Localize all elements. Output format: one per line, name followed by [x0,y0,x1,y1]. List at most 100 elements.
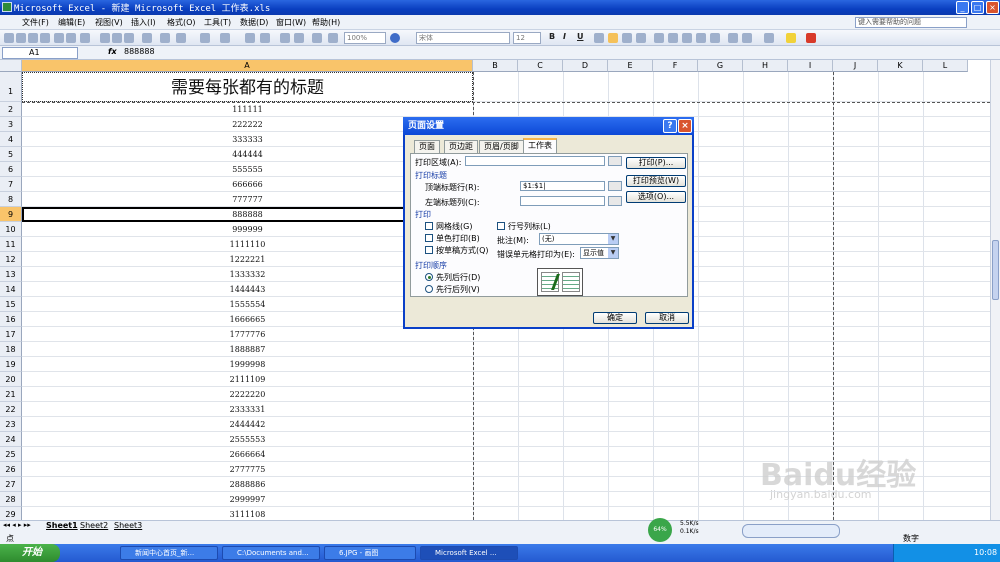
maximize-button[interactable]: □ [971,1,984,14]
menu-view[interactable]: 视图(V) [95,17,123,28]
over-then-down-radio[interactable] [425,285,433,293]
hyperlink-icon[interactable] [245,33,255,43]
column-header-a[interactable]: A [22,60,473,72]
row-header[interactable]: 22 [0,402,22,417]
drawing-icon[interactable] [328,33,338,43]
tab-page[interactable]: 页面 [414,140,440,153]
row-header[interactable]: 19 [0,357,22,372]
redo-icon[interactable] [176,33,186,43]
row-header[interactable]: 4 [0,132,22,147]
row-header[interactable]: 11 [0,237,22,252]
open-icon[interactable] [16,33,26,43]
task-news[interactable]: 新闻中心首页_新... [120,546,218,560]
tab-header-footer[interactable]: 页眉/页脚 [479,140,524,153]
data-cell[interactable]: 2999997 [22,492,473,507]
row-header[interactable]: 20 [0,372,22,387]
row-header[interactable]: 24 [0,432,22,447]
percent-icon[interactable] [668,33,678,43]
menu-format[interactable]: 格式(O) [167,17,196,28]
row-header[interactable]: 5 [0,147,22,162]
row-header[interactable]: 9 [0,207,22,222]
help-search-input[interactable]: 键入需要帮助的问题 [855,17,967,28]
column-header-g[interactable]: G [698,60,743,72]
print-button[interactable]: 打印(P)... [626,157,686,169]
permission-icon[interactable] [40,33,50,43]
function-icon[interactable]: fx [108,47,117,56]
task-explorer[interactable]: C:\Documents and... [222,546,320,560]
data-cell[interactable]: 2555553 [22,432,473,447]
menu-edit[interactable]: 编辑(E) [58,17,85,28]
print-icon[interactable] [54,33,64,43]
menu-help[interactable]: 帮助(H) [312,17,340,28]
tab-sheet[interactable]: 工作表 [523,138,557,154]
borders-icon[interactable] [764,33,774,43]
range-picker-icon[interactable] [608,156,622,166]
sheet-tab-sheet2[interactable]: Sheet2 [80,521,108,530]
currency-icon[interactable] [654,33,664,43]
column-header-c[interactable]: C [518,60,563,72]
underline-button[interactable]: U [577,32,584,41]
data-cell[interactable]: 3111108 [22,507,473,520]
row-header[interactable]: 26 [0,462,22,477]
row-header[interactable]: 27 [0,477,22,492]
row-header[interactable]: 23 [0,417,22,432]
print-preview-icon[interactable] [66,33,76,43]
row-header[interactable]: 28 [0,492,22,507]
row-header[interactable]: 29 [0,507,22,520]
data-cell[interactable]: 2666664 [22,447,473,462]
cancel-button[interactable]: 取消 [645,312,689,324]
redo2-icon[interactable] [220,33,230,43]
data-cell[interactable]: 2111109 [22,372,473,387]
format-painter-icon[interactable] [142,33,152,43]
help-icon[interactable] [390,33,400,43]
spelling-icon[interactable] [80,33,90,43]
data-cell[interactable]: 2222220 [22,387,473,402]
column-header-h[interactable]: H [743,60,788,72]
comma-icon[interactable] [682,33,692,43]
row-header[interactable]: 14 [0,282,22,297]
paste-icon[interactable] [124,33,134,43]
copy-icon[interactable] [112,33,122,43]
select-all-corner[interactable] [0,60,22,72]
column-header-e[interactable]: E [608,60,653,72]
row-header[interactable]: 21 [0,387,22,402]
top-rows-input[interactable]: $1:$1| [520,181,605,191]
row-header[interactable]: 16 [0,312,22,327]
row-header[interactable]: 8 [0,192,22,207]
menu-window[interactable]: 窗口(W) [276,17,306,28]
ime-toolbar[interactable] [742,524,840,538]
task-paint[interactable]: 6.JPG - 画图 [324,546,416,560]
italic-button[interactable]: I [563,32,566,41]
row-header[interactable]: 2 [0,102,22,117]
left-cols-input[interactable] [520,196,605,206]
row-header[interactable]: 15 [0,297,22,312]
row-header[interactable]: 13 [0,267,22,282]
print-preview-button[interactable]: 打印预览(W) [626,175,686,187]
undo2-icon[interactable] [200,33,210,43]
column-header-f[interactable]: F [653,60,698,72]
formula-input[interactable]: 888888 [124,47,155,56]
data-cell[interactable]: 2444442 [22,417,473,432]
font-size-select[interactable]: 12 [513,32,541,44]
increase-decimal-icon[interactable] [696,33,706,43]
minimize-button[interactable]: _ [956,1,969,14]
sheet-tab-sheet3[interactable]: Sheet3 [114,521,142,530]
row-header[interactable]: 3 [0,117,22,132]
data-cell[interactable]: 2777775 [22,462,473,477]
ok-button[interactable]: 确定 [593,312,637,324]
undo-icon[interactable] [160,33,170,43]
tab-margins[interactable]: 页边距 [444,140,478,153]
dialog-close-button[interactable]: × [678,119,692,133]
increase-indent-icon[interactable] [742,33,752,43]
menu-data[interactable]: 数据(D) [240,17,268,28]
sheet-tab-sheet1[interactable]: Sheet1 [46,521,78,530]
row-header[interactable]: 12 [0,252,22,267]
chart-wizard-icon[interactable] [312,33,322,43]
range-picker-icon[interactable] [608,196,622,206]
column-header-d[interactable]: D [563,60,608,72]
decrease-decimal-icon[interactable] [710,33,720,43]
new-icon[interactable] [4,33,14,43]
decrease-indent-icon[interactable] [728,33,738,43]
row-header[interactable]: 18 [0,342,22,357]
close-button[interactable]: × [986,1,999,14]
